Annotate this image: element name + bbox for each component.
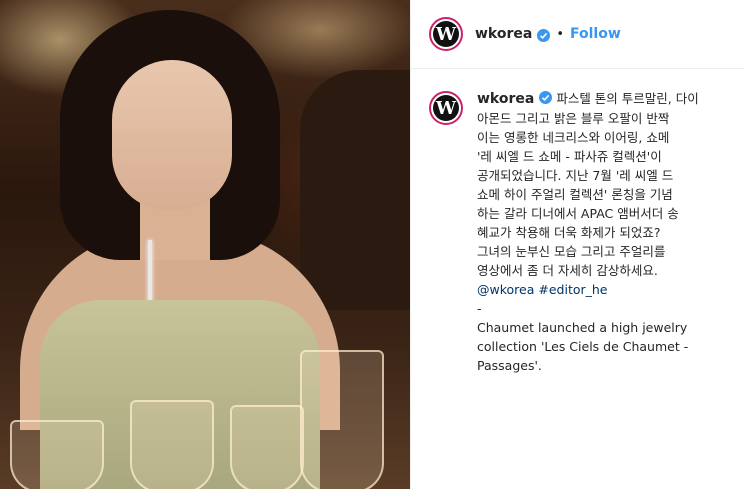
caption-line-0: 파스텔 톤의 투르말린, 다이: [556, 91, 699, 106]
glass-2: [130, 400, 214, 489]
english-line-1: collection 'Les Ciels de Chaumet -: [477, 339, 689, 354]
caption-text: wkorea 파스텔 톤의 투르말린, 다이 아몬드 그리고 밝은 블루 오팔이…: [477, 89, 727, 375]
follow-button[interactable]: Follow: [570, 26, 621, 42]
caption-line-4: 공개되었습니다. 지난 7월 '레 씨엘 드: [477, 168, 674, 183]
caption-verified-icon: [539, 91, 553, 104]
caption-avatar[interactable]: W: [429, 91, 463, 125]
caption-line-5: 쇼메 하이 주얼리 컬렉션' 론칭을 기념: [477, 187, 673, 202]
glass-1: [10, 420, 104, 489]
separator-dot: •: [556, 26, 565, 42]
mention-link[interactable]: @wkorea: [477, 282, 534, 297]
hashtag-link[interactable]: #editor_he: [538, 282, 607, 297]
caption-line-8: 그녀의 눈부신 모습 그리고 주얼리를: [477, 244, 666, 259]
caption-line-1: 아몬드 그리고 밝은 블루 오팔이 반짝: [477, 111, 670, 126]
caption-tags: @wkorea #editor_he: [477, 280, 727, 299]
caption-line-9: 영상에서 좀 더 자세히 감상하세요.: [477, 263, 658, 278]
header-username[interactable]: wkorea: [475, 26, 532, 42]
post-photo[interactable]: [0, 0, 410, 489]
caption-line-3: '레 씨엘 드 쇼메 - 파사쥬 컬렉션'이: [477, 149, 662, 164]
photo-face: [112, 60, 232, 210]
profile-avatar[interactable]: W: [429, 17, 463, 51]
caption-line-2: 이는 영롱한 네크리스와 이어링, 쇼메: [477, 130, 670, 145]
post-header: W wkorea • Follow: [411, 0, 745, 69]
caption-block: W wkorea 파스텔 톤의 투르말린, 다이 아몬드 그리고 밝은 블루 오…: [411, 69, 745, 375]
caption-username[interactable]: wkorea: [477, 91, 534, 107]
verified-badge-icon: [537, 28, 551, 42]
caption-line: wkorea 파스텔 톤의 투르말린, 다이: [477, 89, 727, 109]
caption-line-7: 혜교가 착용해 더욱 화제가 되었죠?: [477, 225, 661, 240]
english-line-0: Chaumet launched a high jewelry: [477, 320, 688, 335]
chair-shape: [300, 70, 410, 310]
glass-4: [300, 350, 384, 489]
avatar-letter: W: [435, 23, 457, 45]
english-line-2: Passages'.: [477, 358, 542, 373]
caption-avatar-letter: W: [435, 97, 457, 119]
caption-dash: -: [477, 301, 482, 316]
glass-3: [230, 405, 304, 489]
instagram-post: W wkorea • Follow W wkorea 파스텔 톤의 투르말린, …: [0, 0, 745, 489]
post-side-panel: W wkorea • Follow W wkorea 파스텔 톤의 투르말린, …: [410, 0, 745, 489]
caption-line-6: 하는 갈라 디너에서 APAC 앰버서더 송: [477, 206, 679, 221]
